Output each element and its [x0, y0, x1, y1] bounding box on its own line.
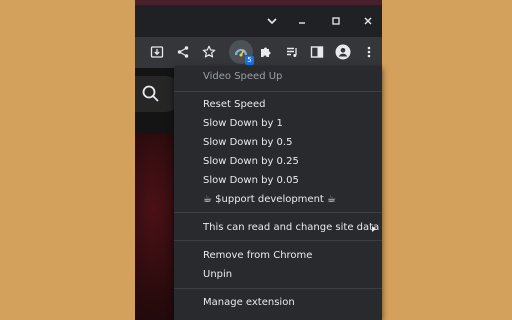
profile-icon[interactable] — [332, 41, 354, 63]
more-icon[interactable] — [358, 41, 380, 63]
install-icon[interactable] — [146, 41, 168, 63]
close-icon[interactable] — [357, 10, 379, 32]
maximize-icon[interactable] — [325, 10, 347, 32]
chevron-down-icon[interactable] — [261, 10, 283, 32]
menu-title: Video Speed Up — [203, 71, 283, 82]
menu-separator — [174, 288, 382, 289]
side-panel-icon[interactable] — [306, 41, 328, 63]
menu-item-reset-speed[interactable]: Reset Speed — [203, 99, 265, 110]
puzzle-icon[interactable] — [255, 41, 277, 63]
menu-item-support-development[interactable]: ☕ $upport development ☕ — [203, 194, 336, 205]
star-icon[interactable] — [198, 41, 220, 63]
menu-item-remove-from-chrome[interactable]: Remove from Chrome — [203, 250, 312, 261]
menu-separator — [174, 240, 382, 241]
submenu-arrow-icon — [372, 226, 376, 232]
extension-badge: 5 — [245, 56, 254, 65]
menu-item-slow-down-0-5[interactable]: Slow Down by 0.5 — [203, 137, 292, 148]
menu-separator — [174, 91, 382, 92]
menu-item-slow-down-1[interactable]: Slow Down by 1 — [203, 118, 283, 129]
minimize-icon[interactable] — [291, 10, 313, 32]
video-speed-extension-icon[interactable]: 5 — [229, 40, 254, 65]
menu-item-manage-extension[interactable]: Manage extension — [203, 297, 295, 308]
menu-item-site-data[interactable]: This can read and change site data — [203, 222, 379, 233]
menu-item-unpin[interactable]: Unpin — [203, 269, 232, 280]
menu-item-slow-down-0-25[interactable]: Slow Down by 0.25 — [203, 156, 299, 167]
extension-context-menu: Video Speed Up Reset Speed Slow Down by … — [174, 66, 382, 320]
reading-list-icon[interactable] — [281, 41, 303, 63]
search-icon[interactable] — [141, 84, 161, 108]
browser-toolbar: 5 — [135, 37, 382, 68]
title-bar — [135, 5, 382, 37]
share-icon[interactable] — [172, 41, 194, 63]
menu-separator — [174, 212, 382, 213]
menu-item-slow-down-0-05[interactable]: Slow Down by 0.05 — [203, 175, 299, 186]
